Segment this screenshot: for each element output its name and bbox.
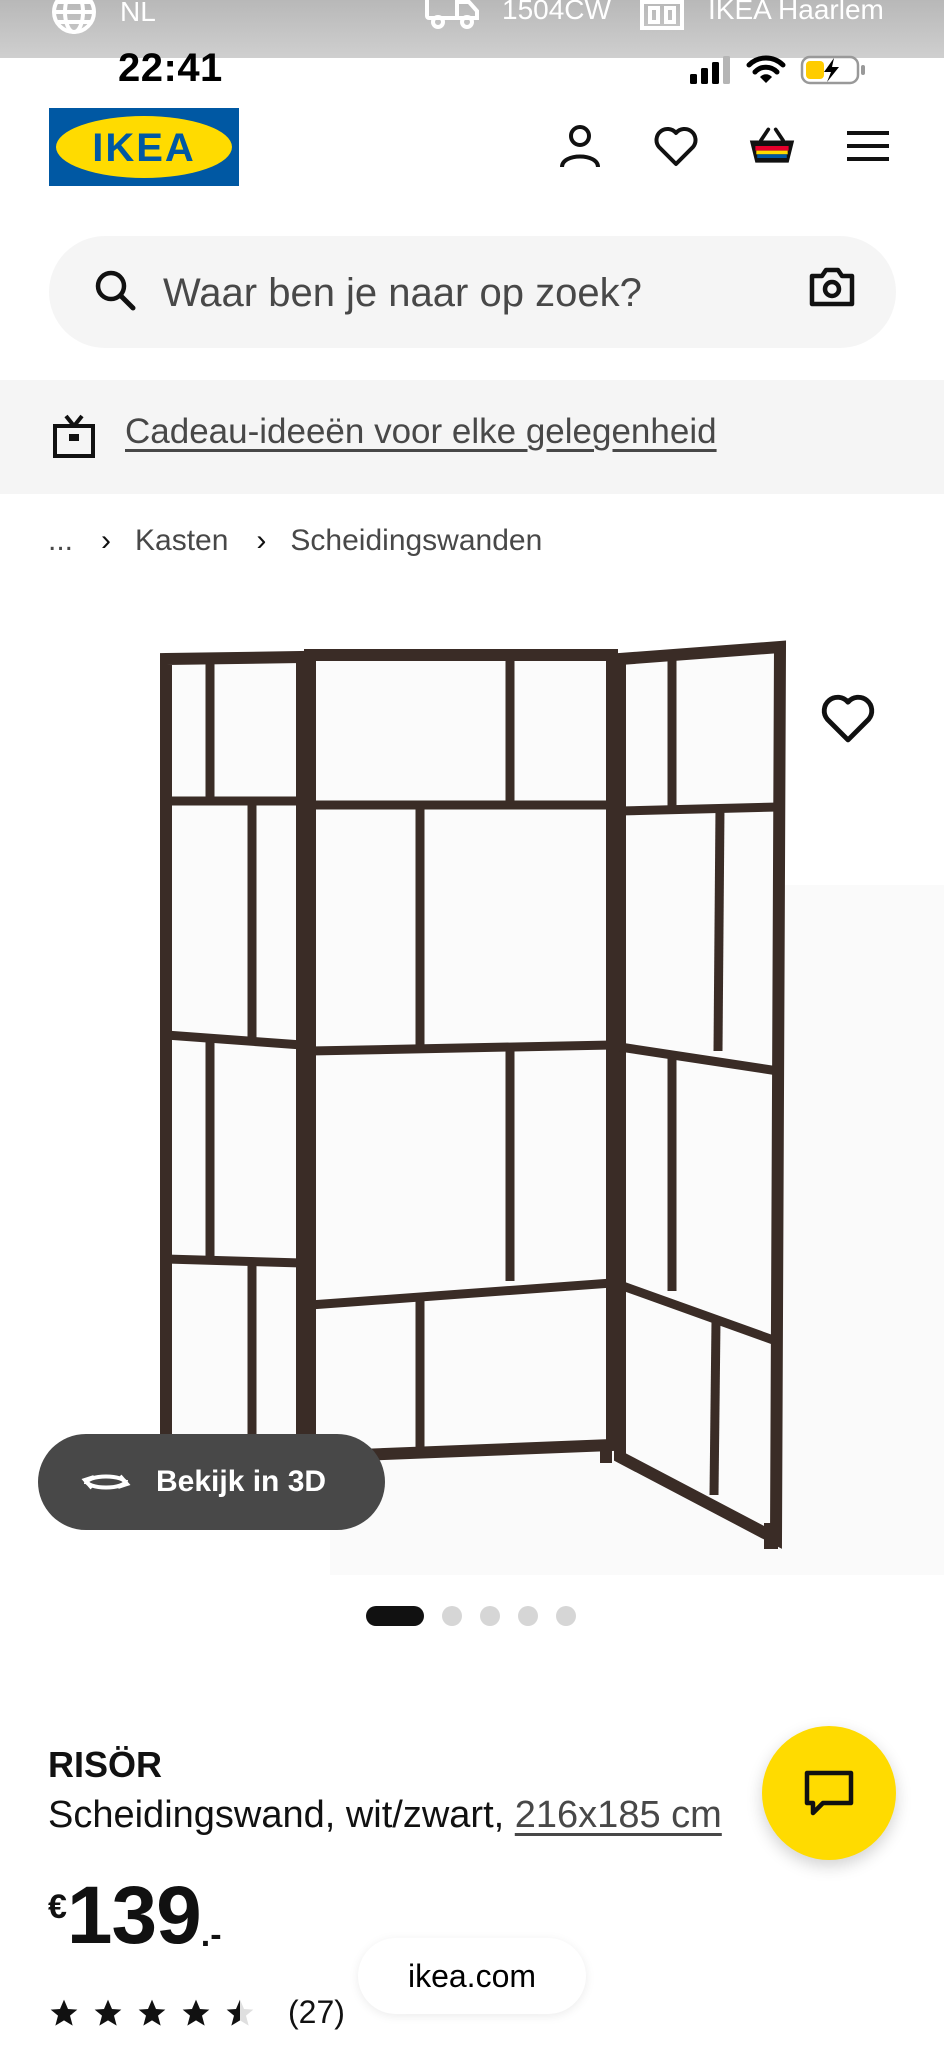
camera-search-icon[interactable] bbox=[808, 266, 856, 308]
pagination-dot-3[interactable] bbox=[480, 1606, 500, 1626]
half-star-icon bbox=[226, 1999, 254, 2026]
cart-button[interactable] bbox=[748, 118, 796, 174]
store-label: IKEA Haarlem bbox=[708, 0, 884, 25]
favourites-button[interactable] bbox=[652, 118, 700, 174]
star-icon bbox=[182, 1999, 210, 2026]
star-icon bbox=[50, 1999, 78, 2026]
pagination-dot-1[interactable] bbox=[366, 1606, 424, 1626]
breadcrumb-item-scheidingswanden[interactable]: Scheidingswanden bbox=[290, 524, 542, 558]
chat-bubble-icon bbox=[804, 1770, 854, 1816]
chevron-right-icon: › bbox=[256, 524, 267, 557]
pagination-dot-5[interactable] bbox=[556, 1606, 576, 1626]
heart-icon bbox=[654, 127, 698, 166]
product-dimensions-link[interactable]: 216x185 cm bbox=[515, 1794, 722, 1836]
status-time: 22:41 bbox=[118, 46, 223, 90]
search-bar[interactable] bbox=[49, 236, 896, 348]
search-icon bbox=[95, 270, 136, 311]
rating-count: (27) bbox=[288, 1994, 345, 2030]
url-text: ikea.com bbox=[407, 1957, 537, 1994]
product-rating[interactable]: (27) bbox=[48, 1994, 345, 2031]
user-icon bbox=[560, 125, 600, 168]
breadcrumb: ... › Kasten › Scheidingswanden bbox=[48, 524, 542, 558]
product-type: Scheidingswand, wit/zwart, bbox=[48, 1794, 505, 1836]
breadcrumb-ellipsis[interactable]: ... bbox=[48, 524, 73, 558]
pagination-dot-2[interactable] bbox=[442, 1606, 462, 1626]
signal-icon bbox=[690, 56, 730, 84]
ikea-logo-graphic: IKEA bbox=[49, 108, 239, 186]
wifi-icon bbox=[746, 55, 786, 83]
globe-icon bbox=[52, 0, 96, 34]
product-image-gallery[interactable] bbox=[0, 615, 944, 1575]
battery-charging-icon bbox=[800, 55, 865, 85]
gift-box-icon bbox=[53, 414, 95, 458]
price-currency: € bbox=[48, 1888, 67, 1926]
price-decimal: .- bbox=[200, 1916, 222, 1954]
menu-button[interactable] bbox=[844, 118, 892, 174]
rotate-3d-icon bbox=[81, 1474, 131, 1490]
search-input[interactable] bbox=[161, 258, 725, 328]
view-in-3d-button[interactable]: Bekijk in 3D bbox=[38, 1434, 385, 1530]
postcode-label: 1504CW bbox=[502, 0, 611, 25]
store-selector[interactable]: IKEA Haarlem bbox=[638, 0, 884, 32]
chevron-right-icon: › bbox=[101, 524, 112, 557]
account-button[interactable] bbox=[556, 118, 604, 174]
view-in-3d-label: Bekijk in 3D bbox=[156, 1465, 327, 1498]
header-actions bbox=[556, 118, 892, 174]
hamburger-menu-icon bbox=[847, 131, 889, 161]
promo-banner: Cadeau-ideeën voor elke gelegenheid bbox=[0, 380, 944, 494]
star-icon bbox=[94, 1999, 122, 2026]
gallery-pagination bbox=[366, 1606, 576, 1626]
browser-url-bar[interactable]: ikea.com bbox=[358, 1938, 586, 2014]
chat-button[interactable] bbox=[762, 1726, 896, 1860]
star-icon bbox=[138, 1999, 166, 2026]
ikea-logo[interactable]: IKEA bbox=[49, 108, 239, 186]
status-icons bbox=[688, 54, 866, 86]
store-icon bbox=[640, 0, 684, 30]
product-name: RISÖR bbox=[48, 1744, 163, 1785]
promo-link[interactable]: Cadeau-ideeën voor elke gelegenheid bbox=[125, 412, 717, 452]
svg-text:IKEA: IKEA bbox=[92, 126, 196, 170]
language-label: NL bbox=[120, 0, 156, 27]
delivery-truck-icon bbox=[425, 0, 479, 29]
add-to-favourites-heart-icon[interactable] bbox=[820, 692, 876, 744]
pagination-dot-4[interactable] bbox=[518, 1606, 538, 1626]
language-selector[interactable]: NL bbox=[50, 0, 156, 36]
product-description: Scheidingswand, wit/zwart, 216x185 cm bbox=[48, 1794, 722, 1837]
shopping-bag-icon bbox=[749, 127, 795, 163]
postcode-selector[interactable]: 1504CW bbox=[424, 0, 611, 32]
product-price: € 139 .- bbox=[48, 1868, 222, 1964]
price-integer: 139 bbox=[66, 1870, 202, 1961]
room-divider-image bbox=[160, 640, 787, 1549]
breadcrumb-item-kasten[interactable]: Kasten bbox=[135, 524, 228, 558]
